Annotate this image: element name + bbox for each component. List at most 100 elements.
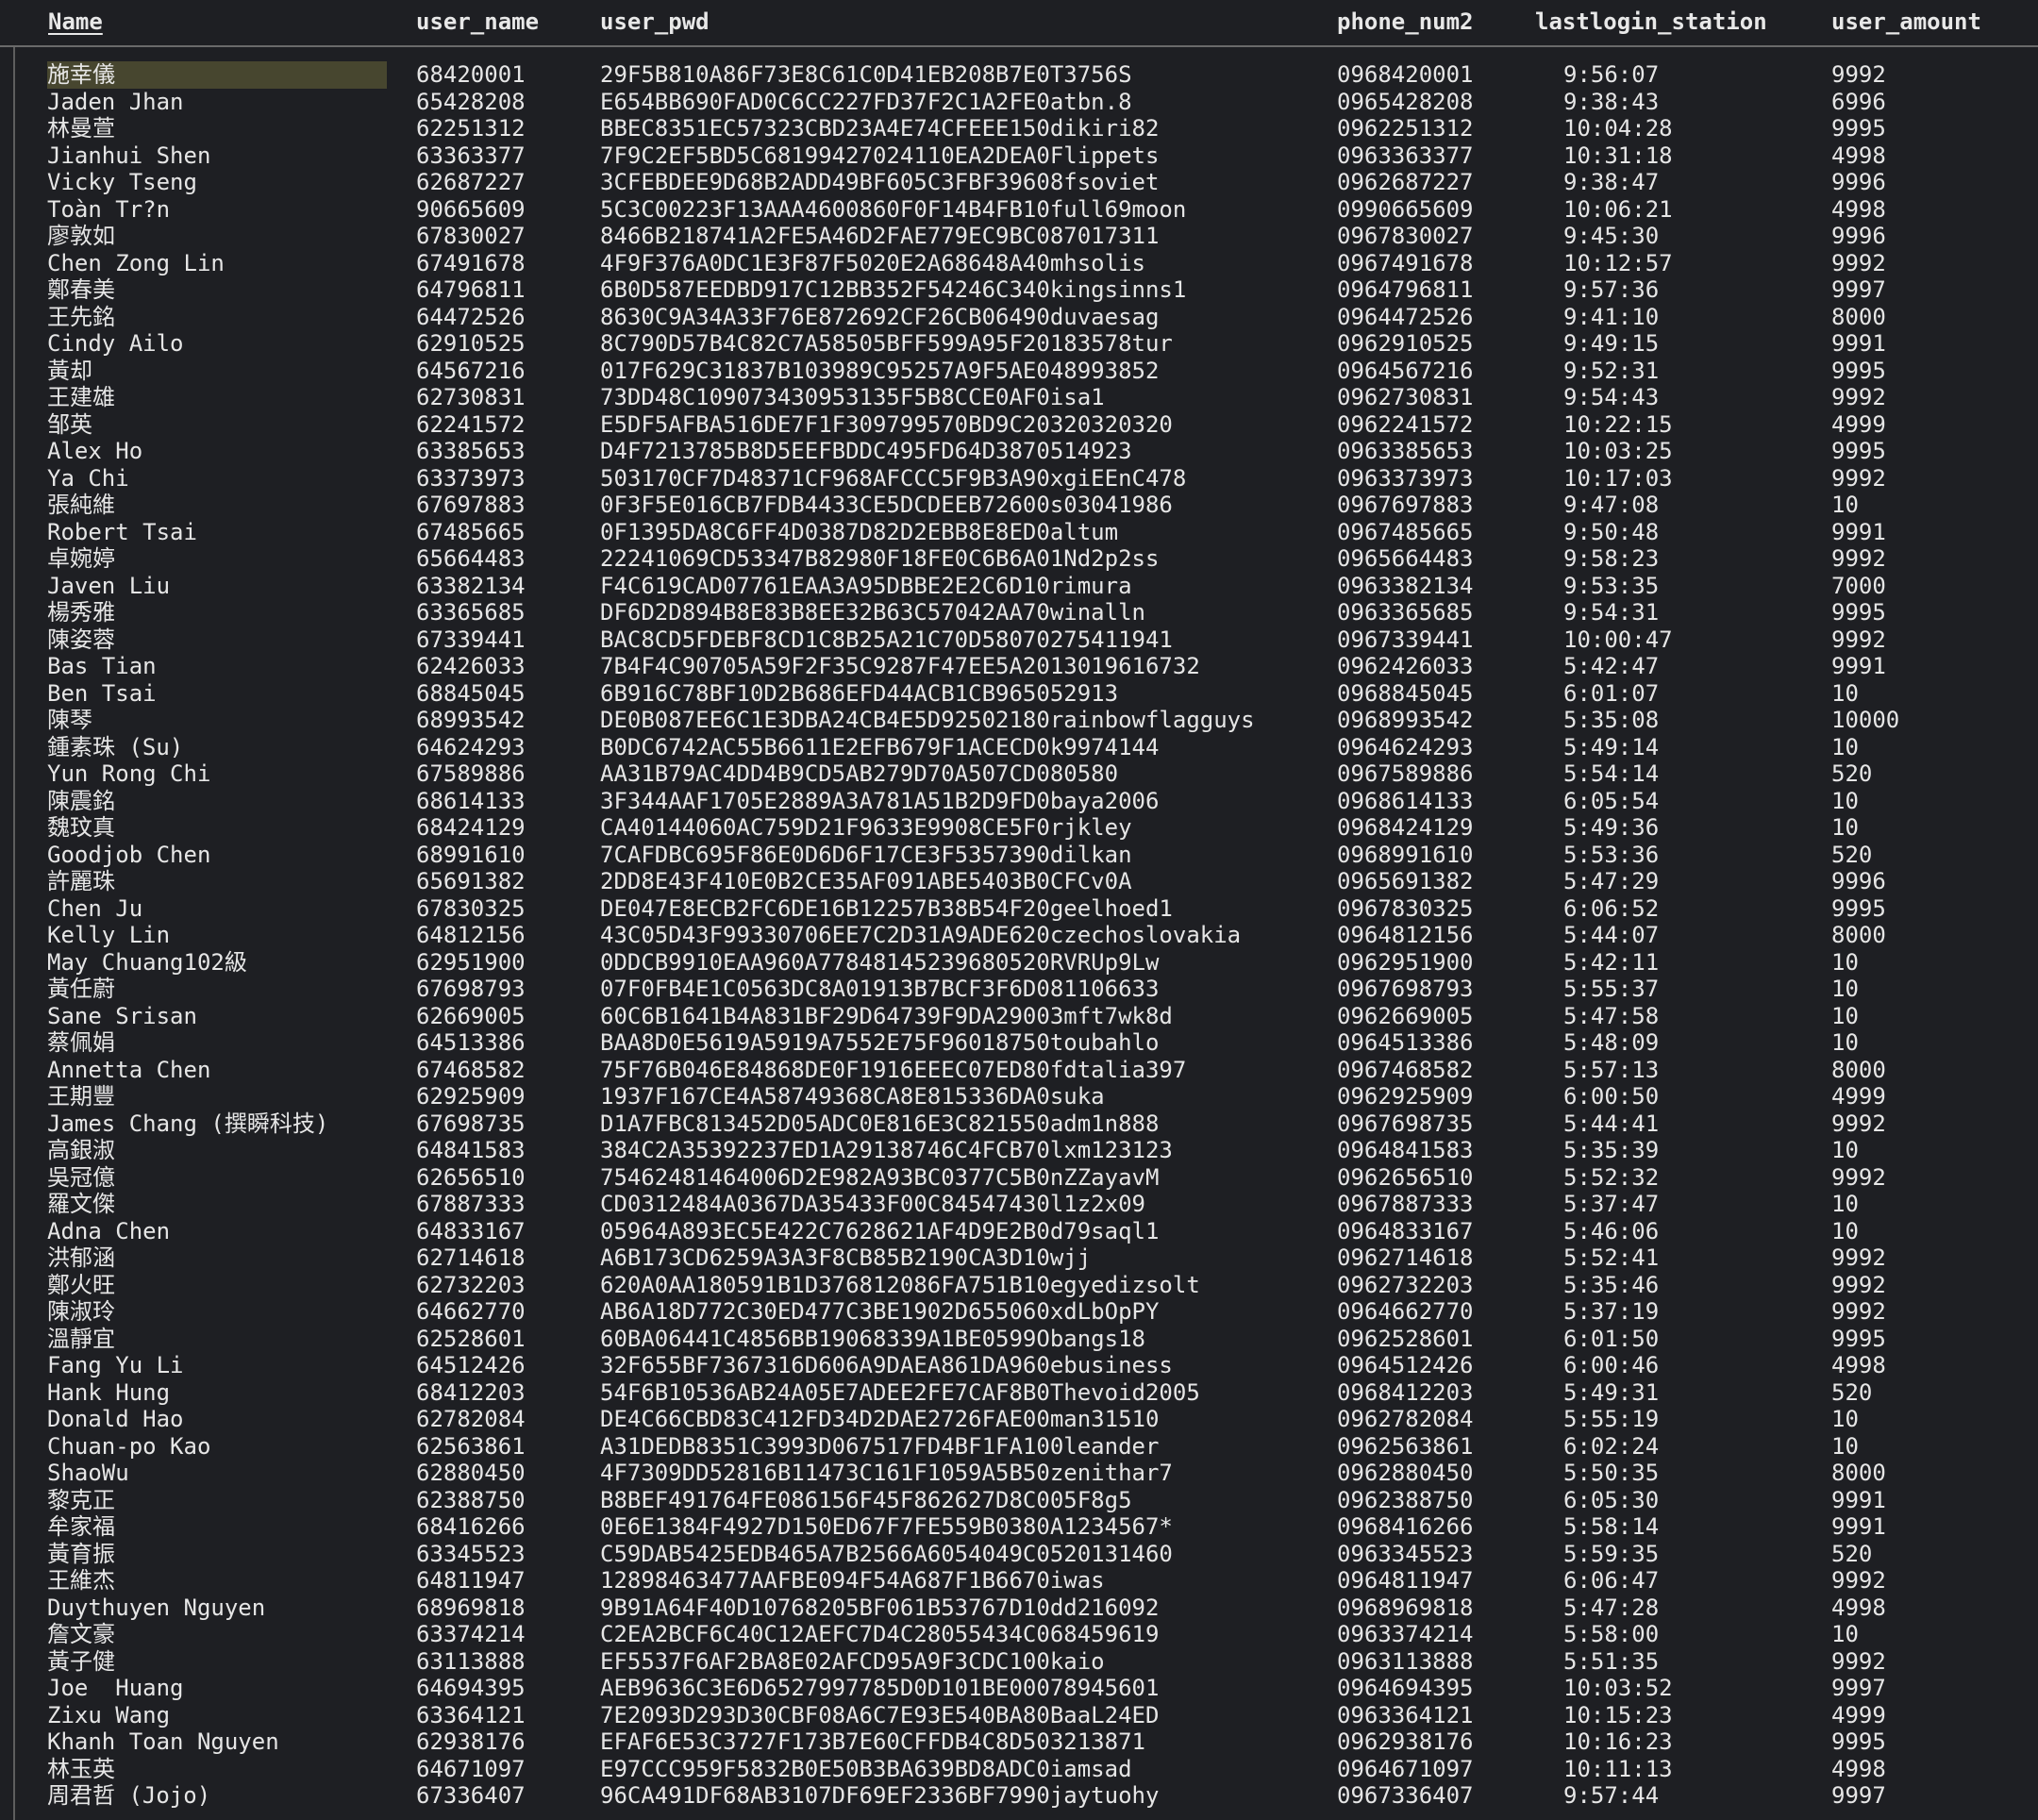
user-amount-cell: 9992 xyxy=(1831,249,1886,276)
table-row[interactable]: 陳震銘 68614133 3F344AAF1705E2889A3A781A51B2D… xyxy=(0,788,2038,815)
table-row[interactable]: 林玉英 64671097 E97CCC959F5832B0E50B3BA639BD8… xyxy=(0,1756,2038,1783)
user-name-cell: 64796811 xyxy=(416,276,526,303)
phone-num2-cell: 0963363377 xyxy=(1337,142,1474,169)
table-row[interactable]: Khanh Toan Nguyen 62938176 EFAF6E53C3727F1… xyxy=(0,1728,2038,1756)
table-row[interactable]: 林曼萱 62251312 BBEC8351EC57323CBD23A4E74CFEE… xyxy=(0,115,2038,142)
table-row[interactable]: Bas Tian 62426033 7B4F4C90705A59F2F35C9287… xyxy=(0,653,2038,680)
table-row[interactable]: 蔡佩娟 64513386 BAA8D0E5619A5919A7552E75F9601… xyxy=(0,1029,2038,1057)
table-row[interactable]: Javen Liu 63382134 F4C619CAD07761EAA3A95DB… xyxy=(0,573,2038,600)
table-row[interactable]: 詹文豪 63374214 C2EA2BCF6C40C12AEFC7D4C280554… xyxy=(0,1621,2038,1648)
table-row[interactable]: Duythuyen Nguyen 68969818 9B91A64F40D10768… xyxy=(0,1595,2038,1622)
user-name-cell: 65428208 xyxy=(416,88,526,115)
table-row[interactable]: Kelly Lin 64812156 43C05D43F99330706EE7C2D… xyxy=(0,922,2038,949)
table-row[interactable]: Jianhui Shen 63363377 7F9C2EF5BD5C68199427… xyxy=(0,142,2038,170)
table-row[interactable]: 黃子健 63113888 EF5537F6AF2BA8E02AFCD95A9F3CD… xyxy=(0,1648,2038,1676)
table-row[interactable]: 高銀淑 64841583 384C2A35392237ED1A29138746C4F… xyxy=(0,1137,2038,1164)
table-row[interactable]: 黎克正 62388750 B8BEF491764FE086156F45F862627… xyxy=(0,1487,2038,1514)
column-header-user-amount[interactable]: user_amount xyxy=(1831,8,1981,36)
table-row[interactable]: 王先銘 64472526 8630C9A34A33F76E872692CF26CB0… xyxy=(0,304,2038,331)
table-row[interactable]: 許麗珠 65691382 2DD8E43F410E0B2CE35AF091ABE54… xyxy=(0,868,2038,895)
phone-num2-cell: 0963382134 xyxy=(1337,572,1474,599)
table-row[interactable]: Zixu Wang 63364121 7E2093D293D30CBF08A6C7E… xyxy=(0,1702,2038,1729)
lastlogin-station-cell: 10:04:28 xyxy=(1563,115,1673,142)
user-name-cell: 68845045 xyxy=(416,679,526,707)
table-row[interactable]: 周君哲 (Jojo) 67336407 96CA491DF68AB3107DF69E… xyxy=(0,1782,2038,1810)
table-row[interactable]: Cindy Ailo 62910525 8C790D57B4C82C7A58505B… xyxy=(0,330,2038,358)
table-row[interactable]: 陳琴 68993542 DE0B087EE6C1E3DBA24CB4E5D92502… xyxy=(0,707,2038,734)
table-row[interactable]: 鍾素珠 (Su) 64624293 B0DC6742AC55B6611E2EFB67… xyxy=(0,734,2038,761)
table-row[interactable]: 牟家福 68416266 0E6E1384F4927D150ED67F7FE559B… xyxy=(0,1513,2038,1541)
table-row[interactable]: 鄭火旺 62732203 620A0AA180591B1D376812086FA75… xyxy=(0,1272,2038,1299)
table-row[interactable]: Chen Zong Lin 67491678 4F9F376A0DC1E3F87F5… xyxy=(0,250,2038,277)
phone-num2-cell: 0962251312 xyxy=(1337,115,1474,142)
column-header-name[interactable]: Name xyxy=(48,8,103,36)
table-row[interactable]: Joe Huang 64694395 AEB9636C3E6D6527997785D… xyxy=(0,1675,2038,1702)
column-header-lastlogin-station[interactable]: lastlogin_station xyxy=(1535,8,1767,36)
user-amount-cell: 9997 xyxy=(1831,276,1886,303)
table-row[interactable]: Chuan-po Kao 62563861 A31DEDB8351C3993D067… xyxy=(0,1433,2038,1461)
table-row[interactable]: Annetta Chen 67468582 75F76B046E84868DE0F1… xyxy=(0,1057,2038,1084)
column-header-phone-num2[interactable]: phone_num2 xyxy=(1337,8,1474,36)
table-row[interactable]: 王期豐 62925909 1937F167CE4A58749368CA8E81533… xyxy=(0,1083,2038,1110)
lastlogin-station-cell: 10:16:23 xyxy=(1563,1728,1673,1755)
user-name-cell: 64812156 xyxy=(416,922,526,948)
table-row[interactable]: Hank Hung 68412203 54F6B10536AB24A05E7ADEE… xyxy=(0,1379,2038,1407)
column-header-user-pwd[interactable]: user_pwd xyxy=(600,8,710,36)
table-row[interactable]: James Chang (撰瞬科技) 67698735 D1A7FBC813452D… xyxy=(0,1110,2038,1138)
name-cell: 許麗珠 xyxy=(47,868,115,894)
name-cell: 王期豐 xyxy=(47,1083,115,1110)
table-row[interactable]: Chen Ju 67830325 DE047E8ECB2FC6DE16B12257B… xyxy=(0,895,2038,923)
table-row[interactable]: May Chuang102級 62951900 0DDCB9910EAA960A77… xyxy=(0,949,2038,977)
table-row[interactable]: 王建雄 62730831 73DD48C109073430953135F5B8CCE… xyxy=(0,384,2038,411)
name-cell: 黃任蔚 xyxy=(47,976,115,1002)
name-cell: May Chuang102級 xyxy=(47,948,247,976)
table-row[interactable]: Fang Yu Li 64512426 32F655BF7367316D606A9D… xyxy=(0,1352,2038,1379)
lastlogin-station-cell: 5:46:06 xyxy=(1563,1217,1660,1244)
user-pwd-cell: 22241069CD53347B82980F18FE0C6B6A01Nd2p2s… xyxy=(600,545,1160,572)
table-row[interactable]: Toàn Tr?n 90665609 5C3C00223F13AAA4600860F… xyxy=(0,196,2038,224)
table-row[interactable]: 施幸儀 68420001 29F5B810A86F73E8C61C0D41EB208… xyxy=(0,61,2038,89)
table-row[interactable]: Ya Chi 63373973 503170CF7D48371CF968AFCCC5… xyxy=(0,465,2038,493)
table-row[interactable]: 王維杰 64811947 12898463477AAFBE094F54A687F1B… xyxy=(0,1567,2038,1595)
table-row[interactable]: Adna Chen 64833167 05964A893EC5E422C762862… xyxy=(0,1218,2038,1245)
table-row[interactable]: 鄭春美 64796811 6B0D587EEDBD917C12BB352F54246… xyxy=(0,276,2038,304)
table-row[interactable]: Vicky Tseng 62687227 3CFEBDEE9D68B2ADD49BF… xyxy=(0,169,2038,196)
table-row[interactable]: 羅文傑 67887333 CD0312484A0367DA35433F00C8454… xyxy=(0,1191,2038,1218)
table-row[interactable]: Yun Rong Chi 67589886 AA31B79AC4DD4B9CD5AB… xyxy=(0,760,2038,788)
data-table: Name user_name user_pwd phone_num2 lastl… xyxy=(0,0,2038,1820)
table-row[interactable]: Goodjob Chen 68991610 7CAFDBC695F86E0D6D6F… xyxy=(0,842,2038,869)
table-row[interactable]: 吳冠億 62656510 75462481464006D2E982A93BC0377… xyxy=(0,1164,2038,1192)
table-row[interactable]: 楊秀雅 63365685 DF6D2D894B8E83B8EE32B63C57042… xyxy=(0,599,2038,626)
table-row[interactable]: 張純維 67697883 0F3F5E016CB7FDB4433CE5DCDEEB7… xyxy=(0,492,2038,519)
user-pwd-cell: DF6D2D894B8E83B8EE32B63C57042AA70winalln xyxy=(600,599,1145,626)
table-row[interactable]: 陳淑玲 64662770 AB6A18D772C30ED477C3BE1902D65… xyxy=(0,1298,2038,1326)
user-pwd-cell: 7B4F4C90705A59F2F35C9287F47EE5A201301961… xyxy=(600,653,1200,679)
name-cell: 蔡佩娟 xyxy=(47,1029,115,1056)
phone-num2-cell: 0962426033 xyxy=(1337,653,1474,679)
table-row[interactable]: 廖敦如 67830027 8466B218741A2FE5A46D2FAE779EC… xyxy=(0,223,2038,250)
user-name-cell: 68991610 xyxy=(416,841,526,868)
table-row[interactable]: Alex Ho 63385653 D4F7213785B8D5EEFBDDC495F… xyxy=(0,438,2038,465)
table-row[interactable]: 洪郁涵 62714618 A6B173CD6259A3A3F8CB85B2190CA… xyxy=(0,1244,2038,1272)
table-row[interactable]: ShaoWu 62880450 4F7309DD52816B11473C161F10… xyxy=(0,1460,2038,1487)
user-pwd-cell: AB6A18D772C30ED477C3BE1902D655060xdLbOpP… xyxy=(600,1298,1160,1325)
table-row[interactable]: 黃育振 63345523 C59DAB5425EDB465A7B2566A60540… xyxy=(0,1541,2038,1568)
table-row[interactable]: 陳姿蓉 67339441 BAC8CD5FDEBF8CD1C8B25A21C70D5… xyxy=(0,626,2038,654)
table-row[interactable]: Donald Hao 62782084 DE4C66CBD83C412FD34D2D… xyxy=(0,1406,2038,1433)
user-amount-cell: 7000 xyxy=(1831,572,1886,599)
phone-num2-cell: 0963345523 xyxy=(1337,1540,1474,1567)
table-row[interactable]: 邹英 62241572 E5DF5AFBA516DE7F1F309799570BD9… xyxy=(0,411,2038,439)
column-header-user-name[interactable]: user_name xyxy=(416,8,539,36)
table-row[interactable]: 黃任蔚 67698793 07F0FB4E1C0563DC8A01913B7BCF3… xyxy=(0,976,2038,1003)
table-row[interactable]: 卓婉婷 65664483 22241069CD53347B82980F18FE0C6… xyxy=(0,545,2038,573)
table-row[interactable]: 黃却 64567216 017F629C31837B103989C95257A9F5… xyxy=(0,358,2038,385)
table-row[interactable]: 溫靜宜 62528601 60BA06441C4856BB19068339A1BE0… xyxy=(0,1326,2038,1353)
table-row[interactable]: Jaden Jhan 65428208 E654BB690FAD0C6CC227FD… xyxy=(0,89,2038,116)
name-cell: Annetta Chen xyxy=(47,1056,211,1083)
user-amount-cell: 9992 xyxy=(1831,1271,1886,1298)
table-row[interactable]: Ben Tsai 68845045 6B916C78BF10D2B686EFD44A… xyxy=(0,680,2038,708)
table-row[interactable]: Sane Srisan 62669005 60C6B1641B4A831BF29D6… xyxy=(0,1003,2038,1030)
user-name-cell: 67698735 xyxy=(416,1110,526,1137)
table-row[interactable]: 魏玟真 68424129 CA40144060AC759D21F9633E9908C… xyxy=(0,814,2038,842)
table-row[interactable]: Robert Tsai 67485665 0F1395DA8C6FF4D0387D8… xyxy=(0,519,2038,546)
